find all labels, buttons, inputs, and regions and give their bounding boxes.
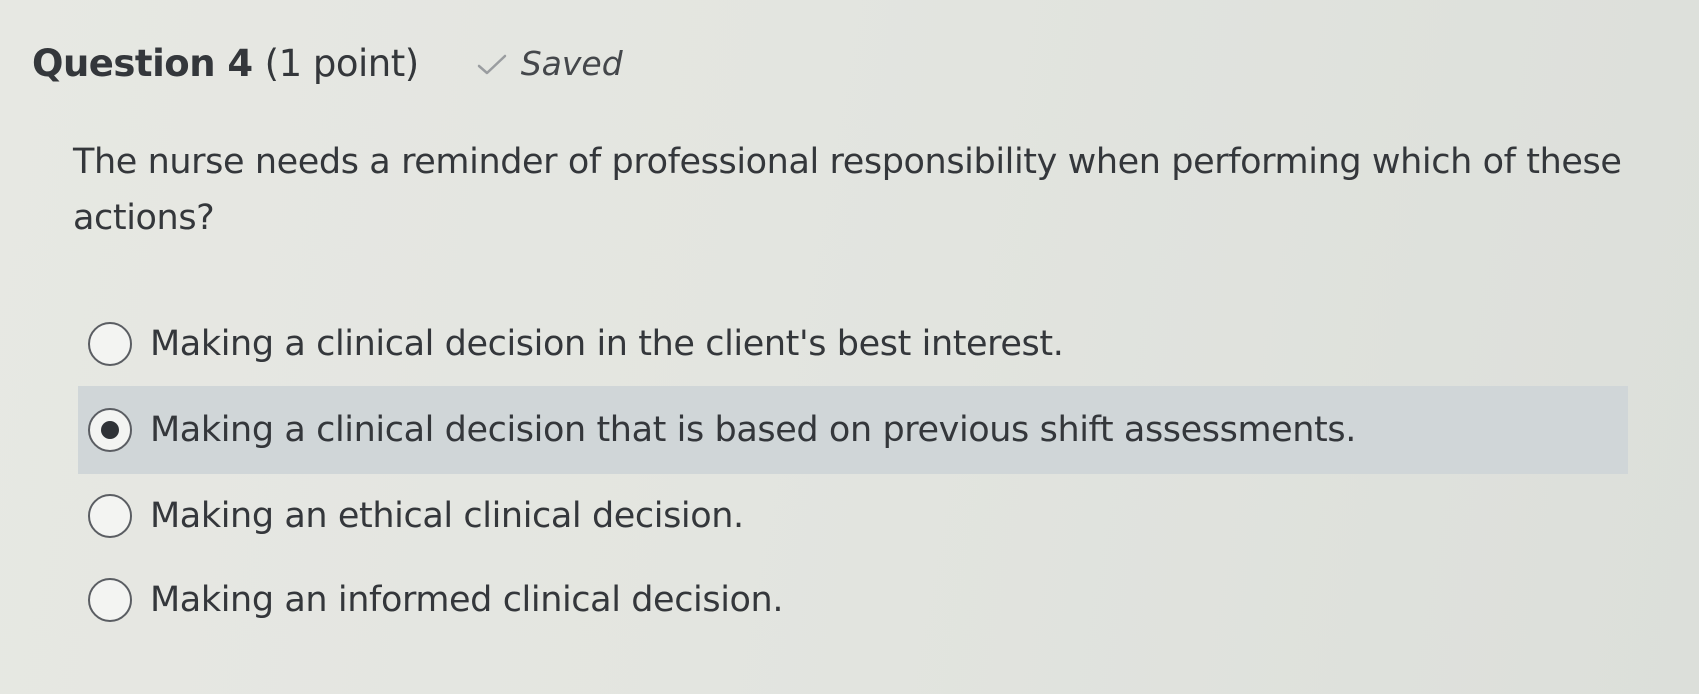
radio-button-2[interactable] (88, 408, 132, 452)
question-title: Question 4 (32, 42, 253, 85)
radio-selected-dot (101, 421, 119, 439)
question-points: (1 point) (264, 42, 420, 85)
checkmark-icon (475, 52, 509, 78)
question-prompt: The nurse needs a reminder of profession… (73, 142, 1622, 238)
saved-label: Saved (520, 43, 623, 83)
answer-option-2[interactable]: Making a clinical decision that is based… (78, 386, 1628, 474)
answer-option-label: Making a clinical decision in the client… (150, 324, 1064, 364)
answer-options: Making a clinical decision in the client… (78, 302, 1628, 642)
answer-option-3[interactable]: Making an ethical clinical decision. (78, 474, 1628, 558)
answer-option-4[interactable]: Making an informed clinical decision. (78, 558, 1628, 642)
answer-option-label: Making an ethical clinical decision. (150, 496, 744, 536)
radio-button-4[interactable] (88, 578, 132, 622)
question-header: Question 4 (1 point) Saved (32, 42, 623, 85)
answer-option-label: Making a clinical decision that is based… (150, 410, 1356, 450)
answer-option-1[interactable]: Making a clinical decision in the client… (78, 302, 1628, 386)
quiz-question-panel: Question 4 (1 point) Saved The nurse nee… (0, 0, 1699, 694)
radio-button-1[interactable] (88, 322, 132, 366)
save-status: Saved (475, 44, 623, 83)
radio-button-3[interactable] (88, 494, 132, 538)
answer-option-label: Making an informed clinical decision. (150, 580, 784, 620)
